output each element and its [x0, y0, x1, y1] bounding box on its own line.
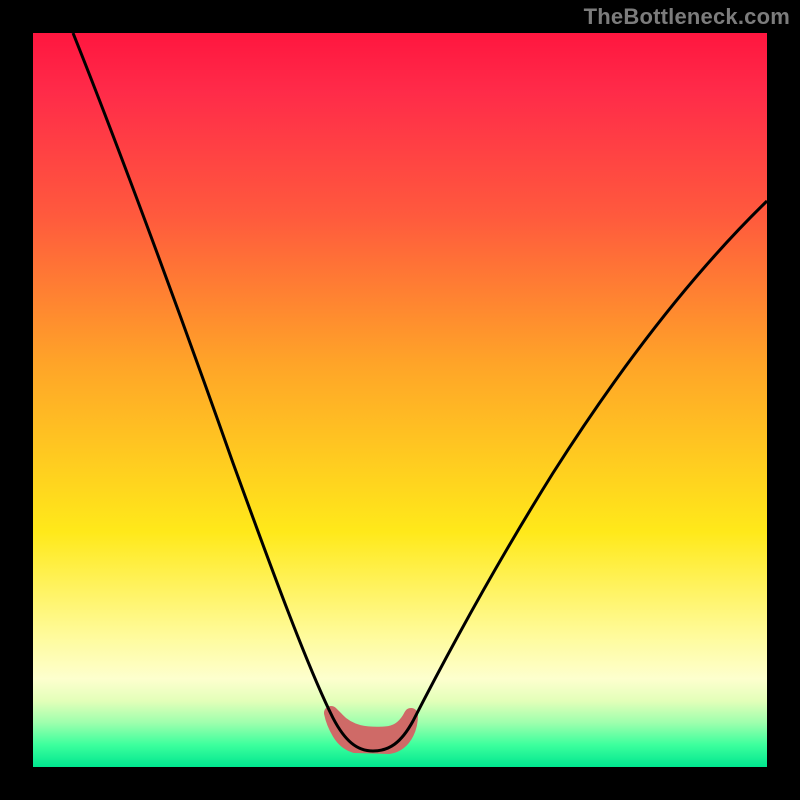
plot-area [33, 33, 767, 767]
chart-frame: TheBottleneck.com [0, 0, 800, 800]
watermark-text: TheBottleneck.com [584, 4, 790, 30]
